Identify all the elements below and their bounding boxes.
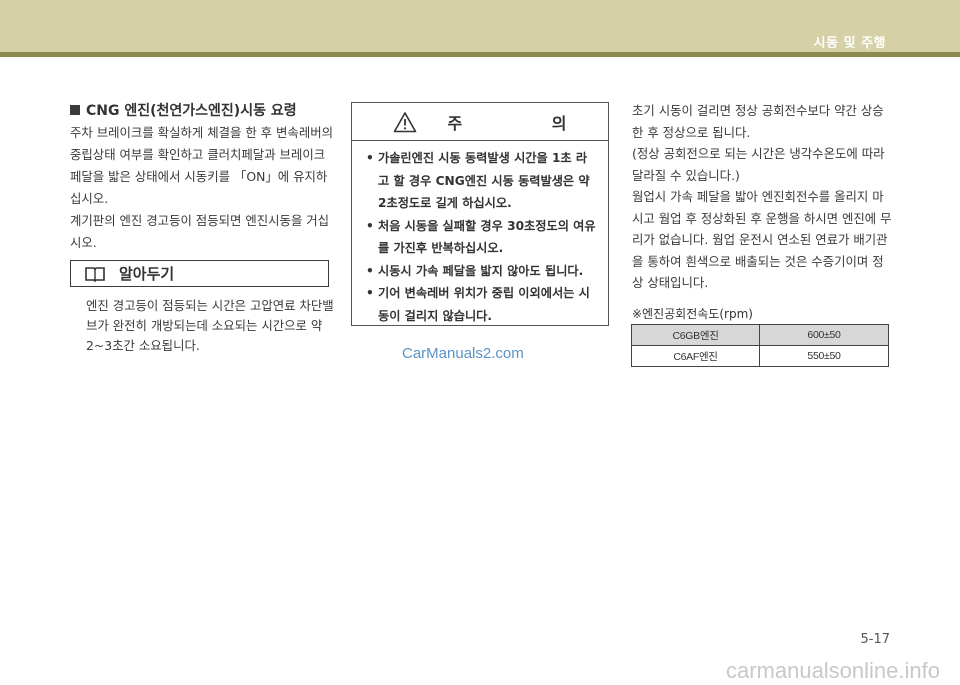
- section-title-text: CNG 엔진(천연가스엔진)시동 요령: [86, 103, 297, 119]
- warning-triangle-icon: [394, 111, 417, 132]
- caution-title: 주 의: [447, 113, 609, 133]
- engine-cell: C6AF엔진: [631, 345, 760, 367]
- caution-item: 처음 시동을 실패할 경우 30초정도의 여유를 가진후 반복하십시오.: [366, 215, 598, 260]
- footer-watermark: carmanualsonline.info: [725, 658, 940, 683]
- caution-header: 주 의: [352, 103, 608, 141]
- right-paragraph-2: (정상 공회전으로 되는 시간은 냉각수온도에 따라 달라질 수 있습니다.): [632, 146, 885, 183]
- rpm-cell: 600±50: [759, 324, 889, 346]
- right-paragraph-3: 웜업시 가속 페달을 밟아 엔진회전수를 올리지 마시고 웜업 후 정상화된 후…: [632, 189, 892, 290]
- note-header: 알아두기: [70, 260, 329, 287]
- header-rule: [0, 52, 960, 57]
- section-title: CNG 엔진(천연가스엔진)시동 요령: [70, 100, 297, 120]
- site-watermark: CarManuals2.com: [402, 345, 524, 362]
- note-text: 엔진 경고등이 점등되는 시간은 고압연료 차단밸브가 완전히 개방되는데 소요…: [86, 298, 334, 353]
- note-title: 알아두기: [119, 265, 175, 283]
- caution-item: 가솔린엔진 시동 동력발생 시간을 1초 라고 할 경우 CNG엔진 시동 동력…: [366, 147, 598, 215]
- engine-cell: C6GB엔진: [631, 324, 760, 346]
- caution-list: 가솔린엔진 시동 동력발생 시간을 1초 라고 할 경우 CNG엔진 시동 동력…: [352, 141, 608, 327]
- table-row: C6AF엔진 550±50: [631, 345, 889, 367]
- page-number: 5-17: [860, 632, 890, 647]
- caution-item: 시동시 가속 페달을 밟지 않아도 됩니다.: [366, 260, 598, 283]
- cng-paragraph-1: 주차 브레이크를 확실하게 체결을 한 후 변속레버의 중립상태 여부를 확인하…: [70, 125, 334, 206]
- book-icon: [85, 266, 105, 282]
- table-caption: ※엔진공회전속도(rpm): [632, 307, 753, 321]
- caution-box: 주 의 가솔린엔진 시동 동력발생 시간을 1초 라고 할 경우 CNG엔진 시…: [351, 102, 609, 326]
- right-paragraph-1: 초기 시동이 걸리면 정상 공회전수보다 약간 상승한 후 정상으로 됩니다.: [632, 103, 884, 140]
- caution-item: 기어 변속레버 위치가 중립 이외에서는 시동이 걸리지 않습니다.: [366, 282, 598, 327]
- bullet-square-icon: [70, 105, 80, 115]
- table-row: C6GB엔진 600±50: [631, 324, 889, 346]
- chapter-title: 시동 및 주행: [813, 36, 886, 51]
- cng-paragraph-2: 계기판의 엔진 경고등이 점등되면 엔진시동을 거십시오.: [70, 213, 330, 250]
- rpm-cell: 550±50: [759, 345, 889, 367]
- idle-speed-table: C6GB엔진 600±50 C6AF엔진 550±50: [631, 324, 889, 367]
